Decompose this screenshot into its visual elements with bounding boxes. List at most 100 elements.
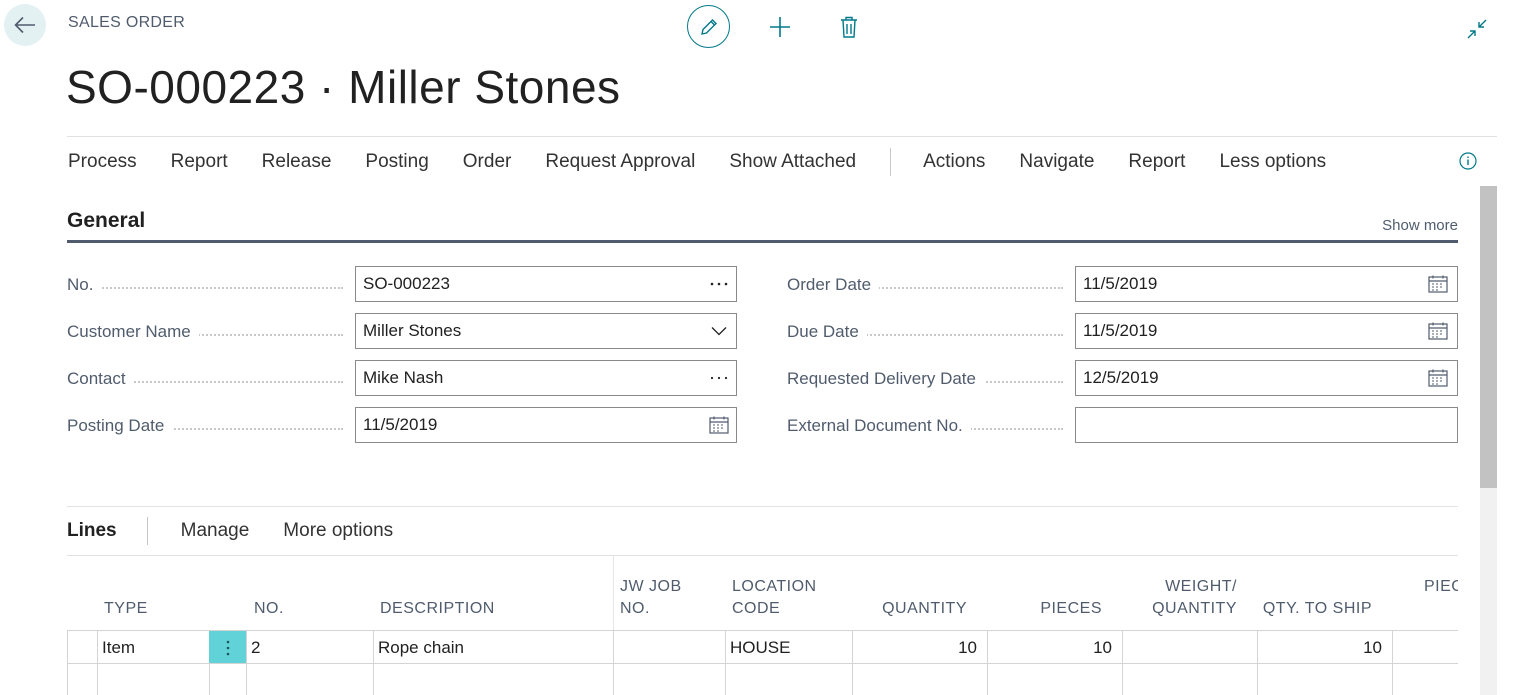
cell-pieces[interactable]: 10 [987,631,1122,664]
posting-date-input[interactable]: 11/5/2019 [355,407,737,443]
column-header-pieces[interactable]: PIECES [1002,598,1102,620]
column-header-no[interactable]: NO. [254,598,284,620]
field-external-document-no: External Document No. [787,407,1458,443]
calendar-icon[interactable] [1420,360,1456,396]
column-header-pieces-partial[interactable]: PIEC [1424,576,1458,598]
collapse-button[interactable] [1463,15,1491,43]
field-posting-date: Posting Date 11/5/2019 [67,407,737,443]
action-posting[interactable]: Posting [365,151,428,173]
action-order[interactable]: Order [463,151,512,173]
cell-quantity[interactable]: 10 [852,631,987,664]
column-header-quantity[interactable]: QUANTITY [867,598,967,620]
column-header-jw-job-no[interactable]: JW JOB NO. [620,576,682,620]
general-section-header: General Show more [67,205,1458,243]
field-requested-delivery-date: Requested Delivery Date 12/5/2019 [787,360,1458,396]
column-header-line: QUANTITY [1152,600,1237,617]
calendar-icon[interactable] [1420,266,1456,302]
order-date-input[interactable]: 11/5/2019 [1075,266,1458,302]
column-header-line: CODE [732,600,781,617]
cell-description[interactable]: Rope chain [373,631,613,664]
page-title: SO-000223 · Miller Stones [66,61,621,113]
cell-weight-quantity[interactable] [1122,631,1257,664]
action-report[interactable]: Report [171,151,228,173]
cell-no[interactable]: 2 [246,631,373,664]
table-row[interactable] [67,663,1458,695]
requested-delivery-date-input[interactable]: 12/5/2019 [1075,360,1458,396]
action-less-options[interactable]: Less options [1219,151,1326,173]
column-header-line: NO. [620,600,650,617]
cell-jw-job-no[interactable] [613,631,725,664]
column-header-location-code[interactable]: LOCATION CODE [732,576,817,620]
action-release[interactable]: Release [262,151,332,173]
external-document-no-input[interactable] [1075,407,1458,443]
action-navigate[interactable]: Navigate [1019,151,1094,173]
scrollbar-thumb[interactable] [1480,186,1497,488]
cell-pieces-partial[interactable] [1392,664,1458,695]
cell-location-code[interactable]: HOUSE [725,631,852,664]
customer-name-input[interactable]: Miller Stones [355,313,737,349]
field-label-no: No. [67,275,102,295]
back-button[interactable] [4,4,46,46]
action-process[interactable]: Process [68,151,137,173]
lines-header: Lines Manage More options [67,506,1458,556]
ellipsis-icon[interactable] [701,360,737,396]
field-no: No. SO-000223 [67,266,737,302]
row-selector-cell[interactable] [67,631,97,664]
cell-quantity[interactable] [852,664,987,695]
section-title-general: General [67,209,146,232]
action-report-secondary[interactable]: Report [1128,151,1185,173]
field-label-external-document-no: External Document No. [787,416,971,436]
cell-location-code[interactable] [725,664,852,695]
row-menu-button[interactable] [209,631,246,664]
show-more-link[interactable]: Show more [1382,217,1458,234]
field-label-contact: Contact [67,369,134,389]
action-request-approval[interactable]: Request Approval [545,151,695,173]
action-actions[interactable]: Actions [923,151,985,173]
cell-type[interactable]: Item [97,631,209,664]
edit-button[interactable] [687,5,730,48]
field-label-posting-date: Posting Date [67,416,173,436]
action-bar: Process Report Release Posting Order Req… [67,136,1497,186]
action-show-attached[interactable]: Show Attached [729,151,856,173]
vertical-scrollbar[interactable] [1480,186,1497,695]
chevron-down-icon[interactable] [701,313,737,349]
cell-qty-to-ship[interactable]: 10 [1257,631,1392,664]
action-separator [890,147,892,176]
plus-icon [770,16,790,37]
field-label-due-date: Due Date [787,322,867,342]
new-button[interactable] [760,7,800,47]
cell-no[interactable] [246,664,373,695]
cell-jw-job-no[interactable] [613,664,725,695]
column-header-line: JW JOB [620,578,682,595]
contact-input[interactable]: Mike Nash [355,360,737,396]
calendar-icon[interactable] [1420,313,1456,349]
field-due-date: Due Date 11/5/2019 [787,313,1458,349]
table-row[interactable]: Item 2 Rope chain HOUSE 10 10 10 [67,630,1458,664]
lines-action-more-options[interactable]: More options [283,520,393,542]
column-header-description[interactable]: DESCRIPTION [380,598,495,620]
column-header-qty-to-ship[interactable]: QTY. TO SHIP [1247,598,1372,620]
cell-description[interactable] [373,664,613,695]
collapse-icon [1467,19,1487,39]
field-label-order-date: Order Date [787,275,880,295]
cell-weight-quantity[interactable] [1122,664,1257,695]
cell-qty-to-ship[interactable] [1257,664,1392,695]
info-button[interactable] [1459,152,1477,170]
column-header-type[interactable]: TYPE [104,598,148,620]
calendar-icon[interactable] [701,407,737,443]
cell-row-menu[interactable] [209,664,246,695]
row-selector-cell[interactable] [67,664,97,695]
ellipsis-icon[interactable] [701,266,737,302]
delete-button[interactable] [829,7,869,47]
cell-pieces-partial[interactable] [1392,631,1458,664]
lines-action-manage[interactable]: Manage [181,520,250,542]
cell-type[interactable] [97,664,209,695]
due-date-input[interactable]: 11/5/2019 [1075,313,1458,349]
field-order-date: Order Date 11/5/2019 [787,266,1458,302]
column-header-weight-quantity[interactable]: WEIGHT/ QUANTITY [1137,576,1237,620]
more-vertical-icon [226,640,229,655]
arrow-left-icon [14,16,35,34]
lines-grid: TYPE NO. DESCRIPTION JW JOB NO. LOCATION… [67,556,1458,695]
no-input[interactable]: SO-000223 [355,266,737,302]
cell-pieces[interactable] [987,664,1122,695]
